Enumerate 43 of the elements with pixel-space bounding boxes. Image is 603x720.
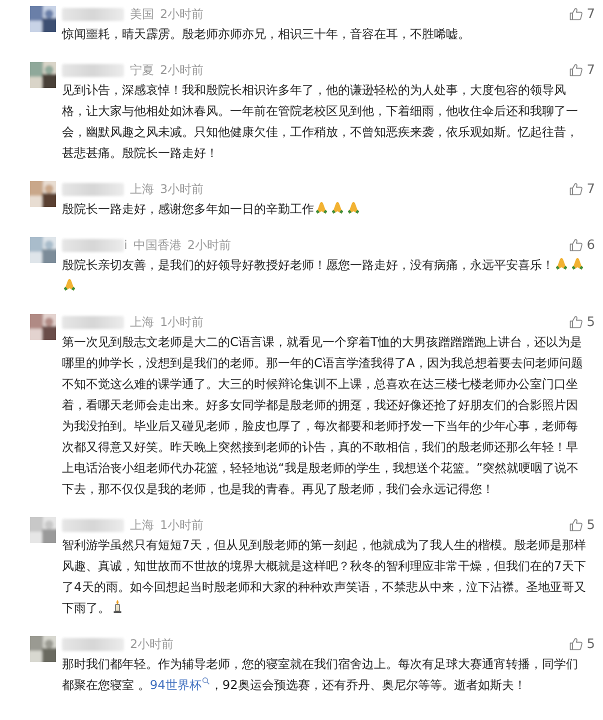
thumbs-up-icon[interactable]: [568, 637, 583, 651]
praying-hands-icon: [314, 200, 329, 215]
praying-hands-icon: [330, 200, 345, 215]
location-text: 上海: [130, 516, 154, 534]
like-count: 6: [586, 238, 595, 252]
location-text: 上海: [130, 314, 154, 330]
praying-hands-icon: [554, 256, 569, 271]
time-text: 2小时前: [160, 62, 204, 78]
location-text: 美国: [130, 6, 154, 22]
praying-hands-icon: [570, 256, 585, 271]
location-text: 宁夏: [130, 62, 154, 78]
comment-text: 那时我们都年轻。作为辅导老师，您的寝室就在我们宿舍边上。每次有足球大赛通宵转播，同学们都聚在您寝室 。94世界杯 ，92奥运会预选赛，还有乔丹、奥尼尔等等。逝者如斯夫！: [62, 656, 579, 694]
location-text: 中国香港: [133, 236, 182, 254]
thumbs-up-icon[interactable]: [568, 238, 583, 252]
thumbs-up-icon[interactable]: [568, 518, 583, 532]
topic-link[interactable]: 94世界杯: [150, 678, 210, 692]
time-text: 1小时前: [160, 314, 204, 330]
thumbs-up-icon[interactable]: [568, 63, 583, 77]
like-count: 7: [586, 62, 595, 78]
user-name: i: [124, 238, 128, 252]
praying-hands-icon: [346, 200, 361, 215]
thumbs-up-icon[interactable]: [568, 7, 583, 21]
praying-hands-icon: [62, 277, 77, 292]
comment-text: 见到讣告，深感哀悼！我和殷院长相识许多年了，他的谦逊轻松的为人处事，大度包容的领导风格，让大家与他相处如沐春风。一年前在管院老校区见到他，下着细雨，他收住伞后还和我聊了一会，幽默风趣之风未减。只知他健康欠佳，工作稍放，不曾知恶疾来袭，依乐观如斯。忆起往昔，甚悲甚痛。殷院长一路走好！: [62, 82, 579, 162]
comment-text: 第一次见到殷志文老师是大二的C语言课，就看见一个穿着T恤的大男孩蹭蹭蹭跑上讲台，还以为是哪里的帅学长，没想到是我们的老师。那一年的C语言学渣我得了A，因为我总想着要去问老师问题不知不觉这么难的课学通了。大三的时候辩论集训不上课，总喜欢在达三楼七楼老师办公室门口坐着，看哪天老师会走出来。好多女同学都是殷老师的拥趸，我还好像还抢了好朋友们的合影照片因为我没拍到。毕业后又碰见老师，脸皮也厚了，每次都要和老师抒发一下当年的少年心事，老师每次都又得意又好笑。昨天晚上突然接到老师的讣告，真的不敢相信，我们的殷老师还那么年轻！早上电话治丧小组老师代办花篮，轻轻地说“我是殷老师的学生，我想送个花篮。”突然就哽咽了说不下去，那不仅仅是我的老师，也是我的青春。再见了殷老师，我们会永远记得您！: [62, 334, 584, 498]
like-count: 5: [586, 636, 595, 652]
like-count: 7: [586, 182, 595, 196]
time-text: 2小时前: [160, 6, 204, 22]
comment-text: 殷院长亲切友善，是我们的好领导好教授好老师！愿您一路走好，没有病痛，永远平安喜乐！: [62, 255, 595, 297]
search-icon: [202, 677, 210, 685]
time-text: 2小时前: [187, 236, 231, 254]
comment-text: 智利游学虽然只有短短7天，但从见到殷老师的第一刻起，他就成为了我人生的楷模。殷老师是那样风趣、真诚，知世故而不世故的境界大概就是这样吧？秋冬的智利理应非常干燥，但我们在的7天下了4天的雨。如今回想起当时殷老师和大家的种种欢声笑语，不禁悲从中来，泣下沾襟。圣地亚哥又下雨了。: [62, 537, 587, 617]
like-count: 7: [586, 6, 595, 22]
like-count: 5: [586, 314, 595, 330]
time-text: 1小时前: [160, 516, 204, 534]
time-text: 3小时前: [160, 180, 204, 198]
thumbs-up-icon[interactable]: [568, 182, 583, 196]
comment-text: 殷院长一路走好，感谢您多年如一日的辛勤工作: [62, 199, 595, 220]
location-text: 上海: [130, 180, 154, 198]
comment-text: 惊闻噩耗，晴天霹雳。殷老师亦师亦兄，相识三十年，音容在耳，不胜唏嘘。: [62, 26, 471, 43]
thumbs-up-icon[interactable]: [568, 315, 583, 329]
like-count: 5: [586, 518, 595, 532]
time-text: 2小时前: [130, 636, 174, 652]
